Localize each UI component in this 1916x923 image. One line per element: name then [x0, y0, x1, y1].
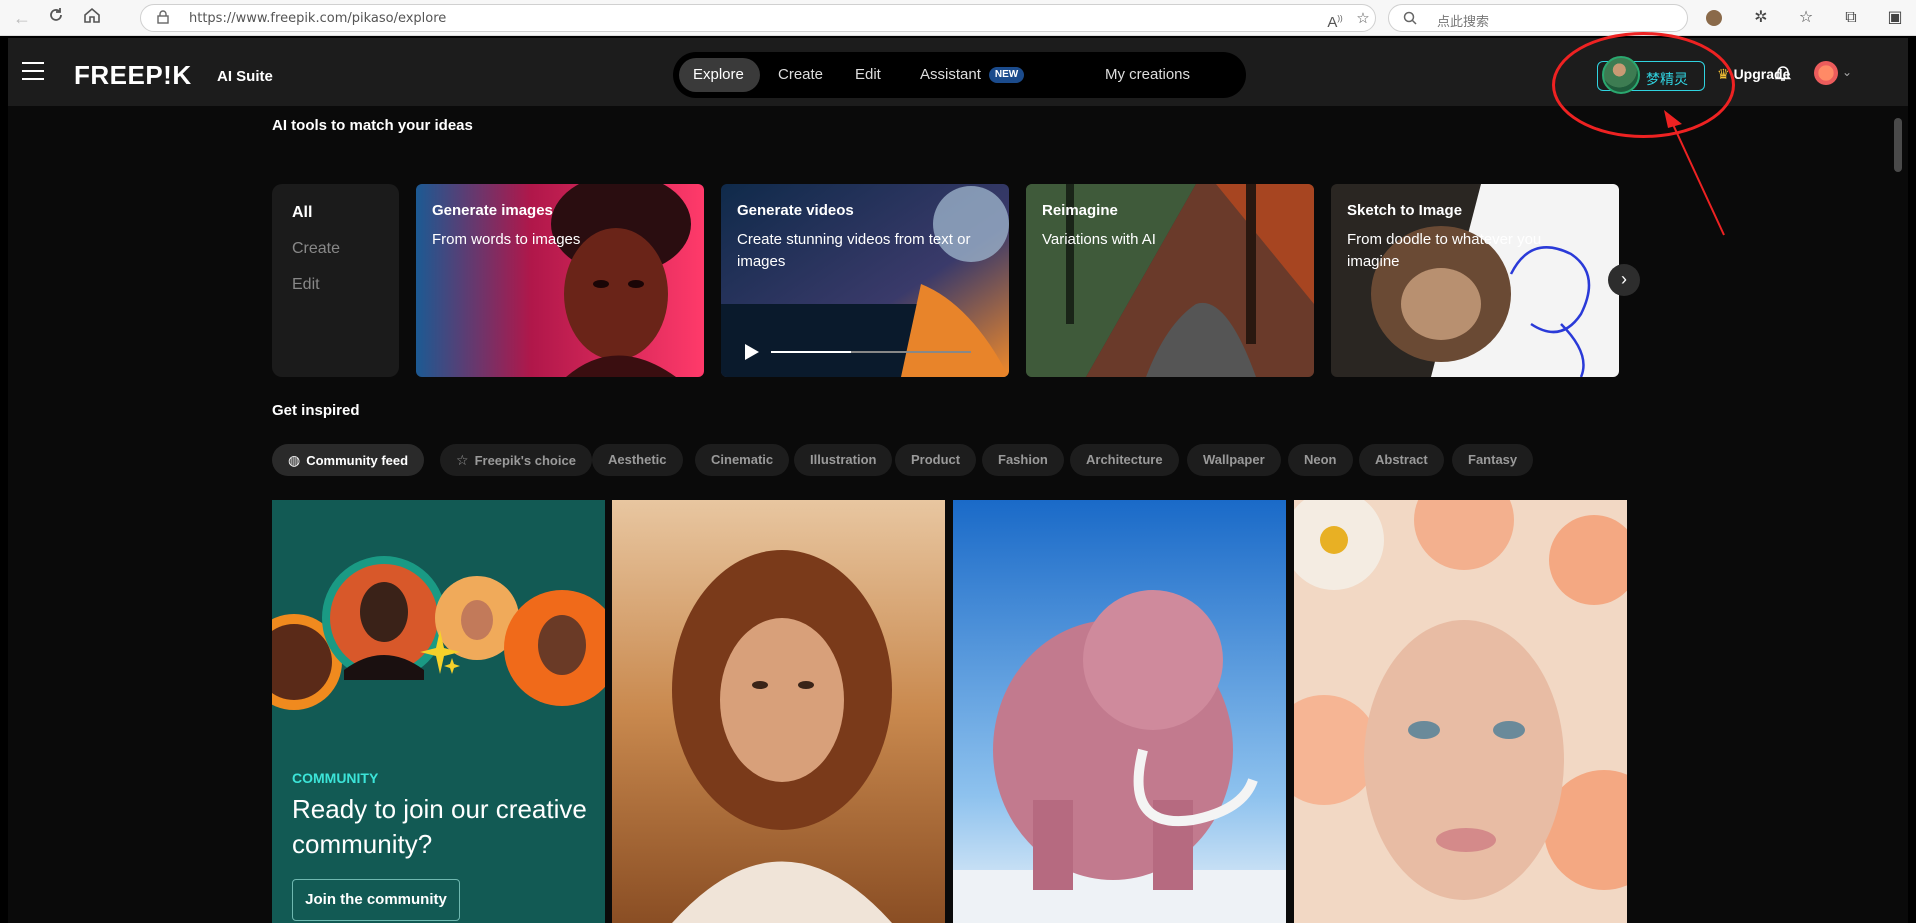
chip-freepiks-choice[interactable]: ☆ Freepik's choice	[440, 444, 592, 476]
new-badge: NEW	[988, 67, 1025, 83]
community-headline: Ready to join our creative community?	[292, 794, 587, 859]
home-icon[interactable]	[80, 6, 104, 30]
tool-title: Reimagine	[1042, 202, 1118, 219]
search-icon	[1403, 11, 1419, 27]
gallery-image-mammoth[interactable]	[953, 500, 1286, 923]
search-placeholder: 点此搜索	[1437, 15, 1490, 30]
tool-description: Create stunning videos from text or imag…	[737, 231, 971, 270]
tool-filter-panel: All Create Edit	[272, 184, 399, 377]
gallery-image-flower-portrait[interactable]	[1294, 500, 1627, 923]
back-icon[interactable]: ←	[10, 6, 34, 30]
tab-label: Assistant	[920, 66, 981, 83]
chip-label: Community feed	[306, 453, 409, 468]
annotation-arrow	[1664, 110, 1725, 236]
chip-architecture[interactable]: Architecture	[1070, 444, 1179, 476]
community-avatars-illustration	[272, 556, 605, 710]
tool-title: Generate videos	[737, 202, 854, 219]
tool-card-generate-images[interactable]: Generate images From words to images	[416, 184, 704, 377]
chip-wallpaper[interactable]: Wallpaper	[1187, 444, 1281, 476]
globe-icon: ◍	[288, 452, 301, 468]
filter-all[interactable]: All	[292, 204, 312, 222]
favorite-star-icon[interactable]: ☆	[1353, 9, 1373, 29]
favorites-icon[interactable]: ☆	[1795, 7, 1817, 29]
collections-icon[interactable]: ⧉	[1840, 7, 1862, 29]
chip-fantasy[interactable]: Fantasy	[1452, 444, 1534, 476]
tab-edit[interactable]: Edit	[841, 58, 895, 92]
chip-fashion[interactable]: Fashion	[982, 444, 1064, 476]
gallery-image-desert-portrait[interactable]	[612, 500, 945, 923]
freepik-logo[interactable]: FREEP!K	[74, 60, 192, 91]
tab-assistant[interactable]: Assistant NEW	[906, 58, 1038, 92]
join-community-button[interactable]: Join the community	[292, 879, 460, 921]
star-icon: ☆	[456, 452, 469, 468]
lock-icon	[157, 10, 171, 24]
chevron-down-icon[interactable]: ⌄	[1842, 65, 1852, 79]
chip-illustration[interactable]: Illustration	[794, 444, 893, 476]
mammoth-image	[953, 500, 1286, 923]
tool-title: Generate images	[432, 202, 553, 219]
desert-portrait-image	[612, 500, 945, 923]
address-bar[interactable]: https://www.freepik.com/pikaso/explore A…	[140, 4, 1376, 32]
tab-label: Create	[778, 66, 824, 83]
ai-suite-label: AI Suite	[217, 68, 273, 85]
url-text[interactable]: https://www.freepik.com/pikaso/explore	[189, 11, 446, 26]
chevron-right-icon[interactable]: ›	[1608, 264, 1640, 296]
chip-aesthetic[interactable]: Aesthetic	[592, 444, 683, 476]
tab-explore[interactable]: Explore	[679, 58, 760, 92]
reload-icon[interactable]	[44, 6, 68, 30]
tab-label: Explore	[693, 66, 744, 83]
tool-card-reimagine[interactable]: Reimagine Variations with AI	[1026, 184, 1314, 377]
browser-search[interactable]: 点此搜索	[1388, 4, 1688, 32]
main-tabs: Explore Create Edit Assistant NEW My crea…	[673, 52, 1246, 98]
chip-neon[interactable]: Neon	[1288, 444, 1353, 476]
browser-toolbar: ← https://www.freepik.com/pikaso/explore…	[0, 0, 1916, 36]
tab-my-creations[interactable]: My creations	[1091, 58, 1204, 92]
scrollbar[interactable]	[1894, 118, 1902, 172]
chip-cinematic[interactable]: Cinematic	[695, 444, 790, 476]
tool-card-generate-videos[interactable]: Generate videos Create stunning videos f…	[721, 184, 1009, 377]
flower-portrait-image	[1294, 500, 1627, 923]
tab-create[interactable]: Create	[764, 58, 837, 92]
extension-avatar-icon[interactable]	[1703, 7, 1725, 29]
read-aloud-icon[interactable]: A))	[1325, 9, 1345, 31]
community-card: COMMUNITY Ready to join our creative com…	[272, 500, 605, 923]
menu-icon[interactable]	[22, 62, 44, 80]
chip-product[interactable]: Product	[895, 444, 977, 476]
filter-edit[interactable]: Edit	[292, 276, 320, 294]
extensions-icon[interactable]: ✲	[1750, 7, 1772, 29]
tool-title: Sketch to Image	[1347, 202, 1463, 219]
bell-icon[interactable]	[1774, 64, 1792, 82]
tool-description: From words to images	[432, 231, 581, 248]
filter-create[interactable]: Create	[292, 240, 340, 258]
chip-label: Freepik's choice	[474, 453, 576, 468]
tab-label: My creations	[1105, 66, 1191, 83]
chip-community-feed[interactable]: ◍ Community feed	[272, 444, 425, 476]
inspired-section-title: Get inspired	[272, 402, 360, 419]
tab-label: Edit	[855, 66, 881, 83]
inspiration-gallery: COMMUNITY Ready to join our creative com…	[272, 500, 1635, 923]
community-kicker: COMMUNITY	[292, 770, 379, 786]
sidebar-icon[interactable]: ▣	[1884, 7, 1906, 29]
tools-section-title: AI tools to match your ideas	[272, 117, 473, 134]
chip-abstract[interactable]: Abstract	[1359, 444, 1444, 476]
tool-description: Variations with AI	[1042, 231, 1156, 248]
freepik-app: FREEP!K AI Suite Explore Create Edit Ass…	[8, 38, 1908, 923]
tool-description: From doodle to whatever you imagine	[1347, 231, 1542, 270]
user-avatar[interactable]	[1814, 61, 1838, 85]
tool-card-sketch-to-image[interactable]: Sketch to Image From doodle to whatever …	[1331, 184, 1619, 377]
